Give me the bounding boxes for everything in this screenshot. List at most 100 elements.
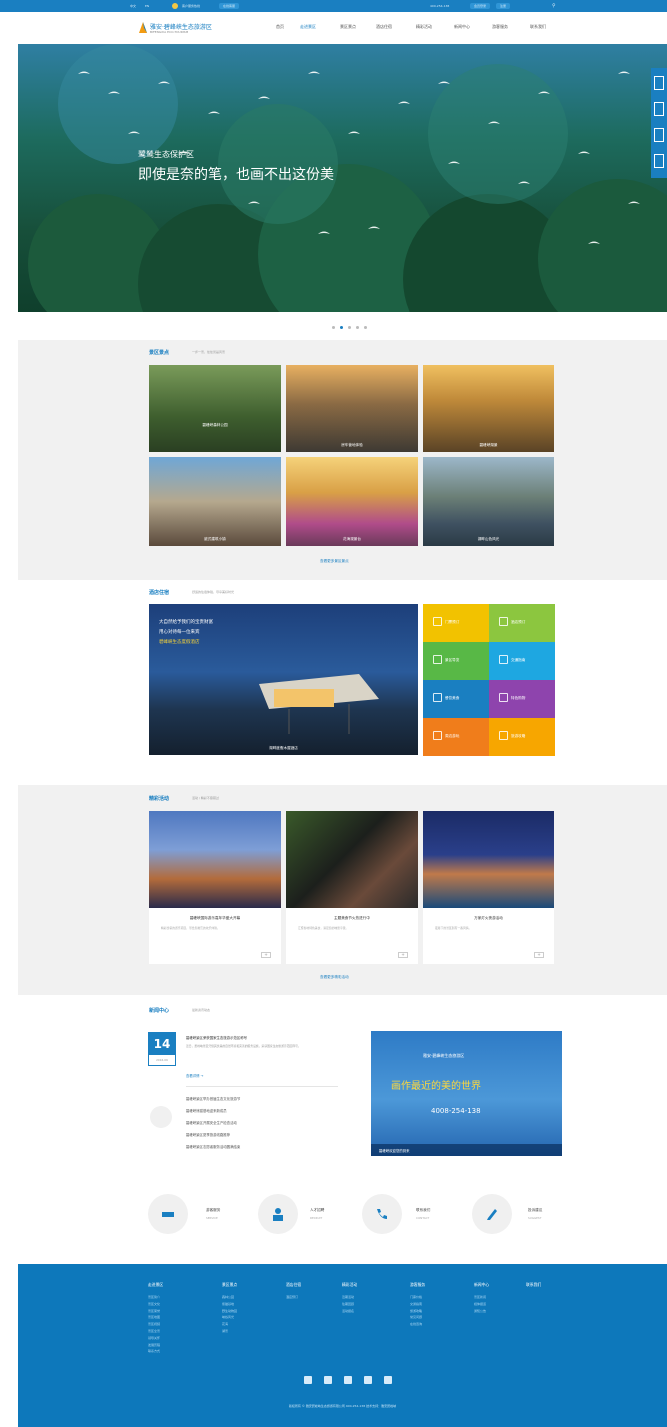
news-lead-title[interactable]: 碧峰峡景区荣获国家生态旅游示范区称号 (186, 1035, 247, 1040)
scenic-more-link[interactable]: 查看更多景区景点 (320, 559, 349, 564)
lang-zh-link[interactable]: 中文 (130, 0, 136, 12)
footer-link[interactable]: 通知公告 (474, 1308, 489, 1315)
search-icon[interactable]: ⚲ (552, 0, 556, 12)
footer-link[interactable]: 在线咨询 (410, 1321, 425, 1328)
grid-ticket[interactable]: 门票预订 (423, 604, 489, 642)
news-list-item[interactable]: 碧峰峡景区志愿者服务活动圆满结束 (186, 1144, 240, 1149)
banner-dot[interactable] (364, 326, 367, 329)
scenic-tile[interactable]: 湖畔山色风光 (423, 457, 554, 546)
footer-link[interactable]: 近期活动 (342, 1294, 357, 1301)
news-lead-more[interactable]: 查看详情 → (186, 1073, 203, 1078)
hotel-feature-image[interactable]: 大自然给予我们的宝贵财富 用心对待每一位来宾 碧峰峡生态度假酒店 湖畔度假木屋酒… (149, 604, 418, 755)
event-card[interactable]: 主题美食节火热进行中 汇聚各地特色美食，满足您的味蕾享受。 + (286, 811, 418, 964)
news-more-icon[interactable] (150, 1106, 172, 1128)
service-circle[interactable] (258, 1194, 298, 1234)
footer-link[interactable]: 景区文化 (148, 1301, 163, 1308)
banner-dot[interactable] (348, 326, 351, 329)
footer-column-head[interactable]: 联系我们 (526, 1282, 541, 1288)
grid-food[interactable]: 餐饮美食 (423, 680, 489, 718)
mail-icon[interactable] (384, 1376, 392, 1384)
footer-link[interactable]: 景区全景 (148, 1328, 163, 1335)
footer-link[interactable]: 酒店预订 (286, 1294, 301, 1301)
footer-link[interactable]: 门票价格 (410, 1294, 425, 1301)
footer-link[interactable]: 熊猫基地 (222, 1301, 237, 1308)
hotline-number: 400-254-138 (430, 4, 450, 8)
footer-link[interactable]: 旅游攻略 (410, 1308, 425, 1315)
footer-link[interactable]: 峡谷风光 (222, 1314, 237, 1321)
scenic-tile[interactable]: 花海观景台 (286, 457, 418, 546)
footer-link[interactable]: 发展历程 (148, 1342, 163, 1349)
footer-link[interactable]: 联系方式 (148, 1348, 163, 1355)
service-title[interactable]: 游客服务 (206, 1208, 220, 1213)
nav-item-service[interactable]: 游客服务 (492, 24, 508, 30)
banner-dot[interactable] (332, 326, 335, 329)
lang-en-link[interactable]: EN (145, 0, 149, 12)
scenic-tile[interactable]: 碧峰峡湖景 (423, 365, 554, 452)
event-more-button[interactable]: + (398, 952, 408, 958)
qq-icon[interactable] (324, 1376, 332, 1384)
event-card[interactable]: 碧峰峡国际游乐嘉年华盛大开幕 精彩纷呈的游乐项目，带给您难忘的欢乐体验。 + (149, 811, 281, 964)
footer-link[interactable]: 领导关怀 (148, 1335, 163, 1342)
service-title[interactable]: 人才招聘 (310, 1208, 324, 1213)
logo-bird-icon (139, 22, 147, 33)
float-top-icon[interactable] (654, 154, 664, 168)
service-title[interactable]: 投诉建议 (528, 1208, 542, 1213)
service-title[interactable]: 联系我们 (416, 1208, 430, 1213)
nav-item-events[interactable]: 精彩活动 (416, 24, 432, 30)
footer-link[interactable]: 景区视频 (148, 1321, 163, 1328)
footer-link[interactable]: 媒体报道 (474, 1301, 489, 1308)
news-ad-banner[interactable]: 雅安·碧峰峡生态旅游区 画作最近的美的世界 4008-254-138 碧峰峡欢迎… (371, 1031, 562, 1156)
nav-item-about[interactable]: 走进景区 (300, 24, 316, 30)
service-circle[interactable] (148, 1194, 188, 1234)
footer-link[interactable]: 往期回顾 (342, 1301, 357, 1308)
footer-link[interactable]: 景区荣誉 (148, 1308, 163, 1315)
hero-banner[interactable]: 鹭鸶生态保护区 即使是奈的笔，也画不出这份美 (18, 44, 667, 312)
footer-link[interactable]: 交通指南 (410, 1301, 425, 1308)
grid-hotel[interactable]: 酒店预订 (489, 604, 555, 642)
wechat-icon[interactable] (344, 1376, 352, 1384)
nav-item-contact[interactable]: 联系我们 (530, 24, 546, 30)
float-phone-icon[interactable] (654, 102, 664, 116)
footer-link[interactable]: 景区地图 (148, 1314, 163, 1321)
weibo-icon[interactable] (304, 1376, 312, 1384)
nav-item-home[interactable]: 首页 (276, 24, 284, 30)
nav-item-news[interactable]: 新闻中心 (454, 24, 470, 30)
home-icon[interactable] (364, 1376, 372, 1384)
scenic-tile[interactable]: 碧峰峡森林公园 (149, 365, 281, 452)
events-more-link[interactable]: 查看更多精彩活动 (320, 975, 349, 980)
footer-link[interactable]: 湖景 (222, 1328, 237, 1335)
footer-link[interactable]: 景区简介 (148, 1294, 163, 1301)
news-list-item[interactable]: 碧峰峡景区开展安全生产检查活动 (186, 1120, 237, 1125)
footer-link[interactable]: 野生动物园 (222, 1308, 237, 1315)
nav-item-hotel[interactable]: 酒店住宿 (376, 24, 392, 30)
scenic-tile[interactable]: 房车营地体验 (286, 365, 418, 452)
event-card[interactable]: 万家灯火夜游活动 夜幕下的景区别有一番风情。 + (423, 811, 554, 964)
service-circle[interactable] (362, 1194, 402, 1234)
grid-nearby[interactable]: 周边游玩 (423, 718, 489, 756)
banner-dot[interactable] (356, 326, 359, 329)
event-more-button[interactable]: + (261, 952, 271, 958)
float-wechat-icon[interactable] (654, 128, 664, 142)
footer-link[interactable]: 常见问题 (410, 1314, 425, 1321)
scenic-tile[interactable]: 欧式建筑小镇 (149, 457, 281, 546)
news-list-item[interactable]: 碧峰峡景区举办首届生态文化旅游节 (186, 1096, 240, 1101)
footer-link[interactable]: 森林公园 (222, 1294, 237, 1301)
event-more-button[interactable]: + (534, 952, 544, 958)
grid-strategy[interactable]: 旅游攻略 (489, 718, 555, 756)
footer-link[interactable]: 景区新闻 (474, 1294, 489, 1301)
float-qq-icon[interactable] (654, 76, 664, 90)
banner-dot-active[interactable] (340, 326, 343, 329)
news-list-item[interactable]: 碧峰峡熊猫基地迎来新成员 (186, 1108, 227, 1113)
register-button[interactable]: 注册 (496, 3, 511, 9)
login-button[interactable]: 会员登录 (470, 3, 491, 9)
footer-link[interactable]: 花海 (222, 1321, 237, 1328)
nav-item-scenic[interactable]: 景区景点 (340, 24, 356, 30)
footer-link[interactable]: 活动报名 (342, 1308, 357, 1315)
grid-shopping[interactable]: 特色购物 (489, 680, 555, 718)
grid-guide[interactable]: 景区导览 (423, 642, 489, 680)
logo[interactable]: 雅安·碧峰峡生态旅游区 BIFENGXIA ECO-TOURISM (138, 20, 228, 36)
news-list-item[interactable]: 碧峰峡景区夏季旅游线路推荐 (186, 1132, 230, 1137)
service-circle[interactable] (472, 1194, 512, 1234)
online-service-button[interactable]: 在线客服 (219, 3, 240, 9)
grid-traffic[interactable]: 交通指南 (489, 642, 555, 680)
